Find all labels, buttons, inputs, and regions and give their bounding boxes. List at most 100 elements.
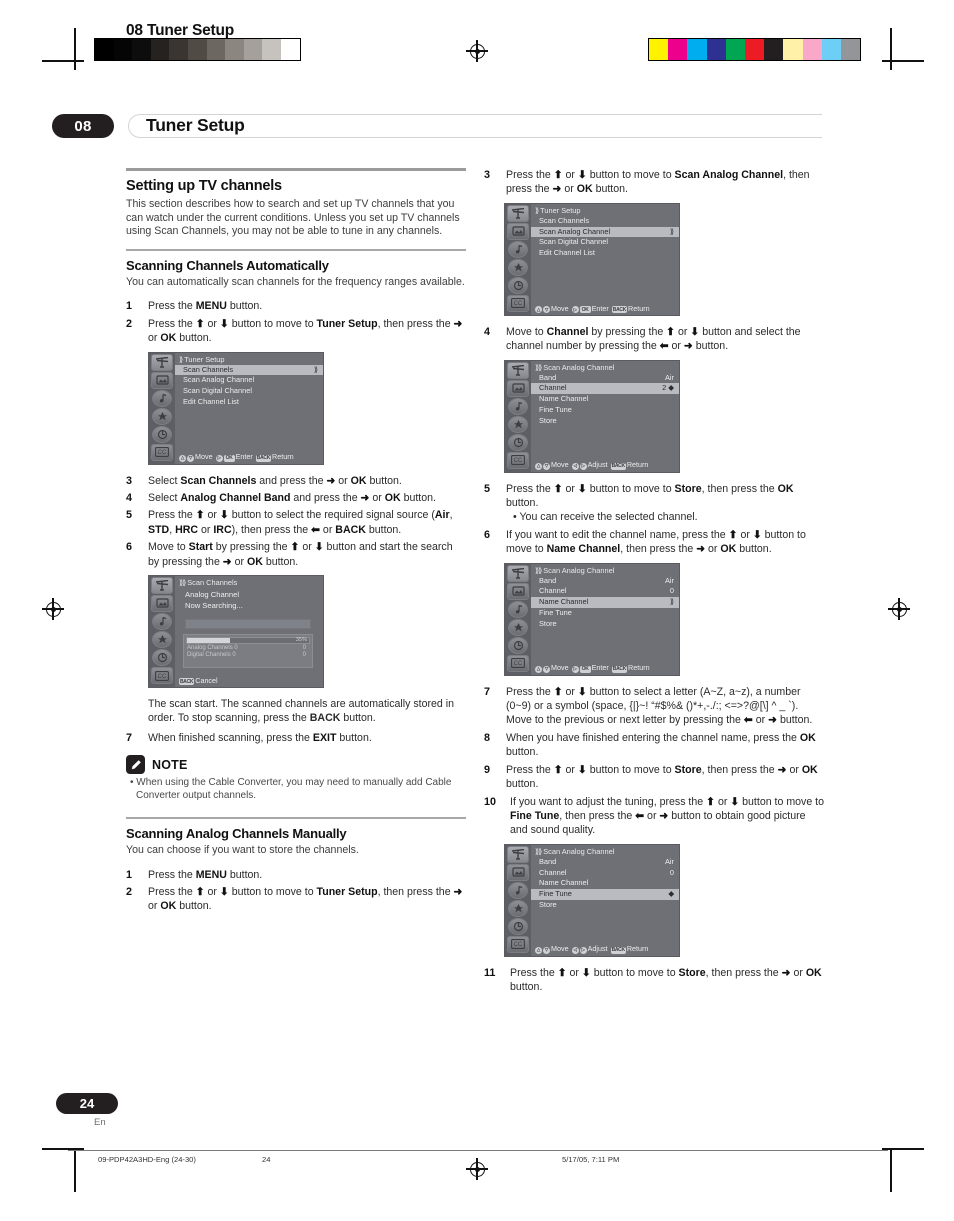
step-text: Press the ⬆ or ⬇ button to select a lett… [506, 685, 813, 727]
manual-page: 08 Tuner Setup 08 Tuner Setup Setting up… [0, 0, 954, 1221]
picture-icon[interactable] [507, 222, 529, 240]
osd-menu-item[interactable]: Band Air [531, 576, 679, 587]
note-block: NOTE • When using the Cable Converter, y… [126, 755, 466, 803]
subsection-intro-manual-scan: You can choose if you want to store the … [126, 844, 359, 857]
osd-item-label: Scan Channels [183, 364, 234, 374]
registration-mark-left [42, 598, 64, 620]
osd-hint: ◁ ▷ Adjust [571, 944, 608, 954]
osd-menu-item[interactable]: Scan Analog Channel ⟫ [531, 226, 679, 238]
subsection-title-manual-scan: Scanning Analog Channels Manually [126, 826, 347, 842]
antenna-icon[interactable] [507, 361, 529, 379]
step-number: 5 [484, 482, 491, 495]
sound-icon[interactable] [152, 389, 172, 407]
picture-icon[interactable] [151, 595, 173, 613]
setup-icon[interactable] [508, 636, 528, 654]
crop-mark-br-v [890, 1150, 892, 1192]
options-icon[interactable] [508, 258, 528, 276]
osd-menu-item[interactable]: Fine Tune ◆ [531, 889, 679, 900]
closed-caption-icon[interactable]: CC [507, 451, 529, 469]
closed-caption-icon[interactable]: CC [507, 654, 529, 672]
osd-menu-item[interactable]: Fine Tune [531, 405, 679, 416]
options-icon[interactable] [152, 407, 172, 425]
antenna-icon[interactable] [507, 845, 529, 863]
registration-mark-right [888, 598, 910, 620]
osd-item-label: Store [539, 415, 557, 425]
osd-icon-rail: CC [505, 563, 531, 675]
step-item: 2 Press the ⬆ or ⬇ button to move to Tune… [126, 885, 466, 914]
osd-menu-item[interactable]: Channel 0 [531, 868, 679, 879]
sound-icon[interactable] [508, 881, 528, 899]
osd-footer-hints: △ ▽ Move ◁ ▷ Adjust BACK Return [531, 460, 679, 471]
sound-icon[interactable] [508, 397, 528, 415]
picture-icon[interactable] [151, 371, 173, 389]
osd-menu-item[interactable]: Scan Analog Channel [175, 375, 323, 386]
setup-icon[interactable] [508, 917, 528, 935]
osd-menu-item[interactable]: Channel 0 [531, 586, 679, 597]
setup-icon[interactable] [508, 433, 528, 451]
osd-key: ◁ [571, 462, 579, 470]
color-swatch-9 [821, 39, 841, 60]
steps-list-auto-3: 7 When finished scanning, press the EXIT … [126, 731, 466, 745]
options-icon[interactable] [508, 899, 528, 917]
sound-icon[interactable] [508, 240, 528, 258]
note-header: NOTE [126, 755, 466, 775]
footer-timestamp: 5/17/05, 7:11 PM [562, 1155, 620, 1164]
setup-icon[interactable] [152, 425, 172, 443]
registration-mark-bottom [466, 1158, 488, 1180]
sound-icon[interactable] [508, 600, 528, 618]
closed-caption-icon[interactable]: CC [507, 935, 529, 953]
color-calibration-bar [648, 38, 862, 61]
progress-bar: 35% [186, 637, 310, 645]
options-icon[interactable] [508, 618, 528, 636]
osd-search-line1: Analog Channel [185, 590, 240, 600]
picture-icon[interactable] [507, 379, 529, 397]
antenna-icon[interactable] [151, 577, 173, 595]
step-item: 3 Press the ⬆ or ⬇ button to move to Scan… [484, 168, 824, 197]
options-icon[interactable] [508, 415, 528, 433]
osd-menu-item[interactable]: Edit Channel List [175, 397, 323, 408]
osd-menu-item[interactable]: Scan Channels [531, 216, 679, 227]
osd-key: OK [223, 454, 235, 462]
osd-menu-item[interactable]: Scan Digital Channel [175, 386, 323, 397]
osd-menu-item[interactable]: Store [531, 900, 679, 911]
osd-menu-item[interactable]: Channel 2 ◆ [531, 383, 679, 395]
step-item: 2 Press the ⬆ or ⬇ button to move to Tune… [126, 317, 466, 346]
closed-caption-icon[interactable]: CC [151, 667, 173, 685]
antenna-icon[interactable] [507, 564, 529, 582]
right-column: 3 Press the ⬆ or ⬇ button to move to Scan… [484, 168, 824, 998]
osd-search-status: Analog Channel Now Searching... [185, 589, 319, 611]
osd-scan-channels-searching: CC ⟫⟫ Scan Channels Analog Channel Now Searc… [148, 575, 324, 689]
picture-icon[interactable] [507, 582, 529, 600]
osd-menu-item[interactable]: Store [531, 416, 679, 427]
setup-icon[interactable] [152, 649, 172, 667]
osd-menu-item[interactable]: Name Channel ⟫ [531, 597, 679, 609]
osd-menu-item[interactable]: Band Air [531, 857, 679, 868]
osd-item-label: Fine Tune [539, 889, 572, 899]
setup-icon[interactable] [508, 276, 528, 294]
antenna-icon[interactable] [151, 353, 173, 371]
note-bullet: • When using the Cable Converter, you ma… [130, 777, 452, 802]
gray-swatch-10 [280, 39, 300, 60]
options-icon[interactable] [152, 631, 172, 649]
steps-list-manual-6: 11 Press the ⬆ or ⬇ button to move to Sto… [484, 966, 824, 995]
osd-item-label: Scan Digital Channel [539, 237, 609, 247]
sound-icon[interactable] [152, 613, 172, 631]
osd-menu-item[interactable]: Scan Channels ⟫ [175, 364, 323, 376]
osd-item-label: Fine Tune [539, 405, 572, 415]
step-text: Press the ⬆ or ⬇ button to move to Tuner… [148, 317, 463, 345]
osd-item-label: Scan Channels [539, 215, 590, 225]
osd-menu-item[interactable]: Fine Tune [531, 608, 679, 619]
closed-caption-icon[interactable]: CC [151, 443, 173, 461]
osd-menu-item[interactable]: Name Channel [531, 878, 679, 889]
osd-item-value: ⟫ [313, 364, 318, 374]
picture-icon[interactable] [507, 863, 529, 881]
osd-menu-item[interactable]: Scan Digital Channel [531, 237, 679, 248]
osd-menu-item[interactable]: Band Air [531, 373, 679, 384]
osd-menu-item[interactable]: Edit Channel List [531, 248, 679, 259]
osd-item-label: Fine Tune [539, 608, 572, 618]
step-text: Press the ⬆ or ⬇ button to select the re… [148, 509, 453, 536]
osd-menu-item[interactable]: Name Channel [531, 394, 679, 405]
antenna-icon[interactable] [507, 204, 529, 222]
osd-menu-item[interactable]: Store [531, 619, 679, 630]
closed-caption-icon[interactable]: CC [507, 294, 529, 312]
